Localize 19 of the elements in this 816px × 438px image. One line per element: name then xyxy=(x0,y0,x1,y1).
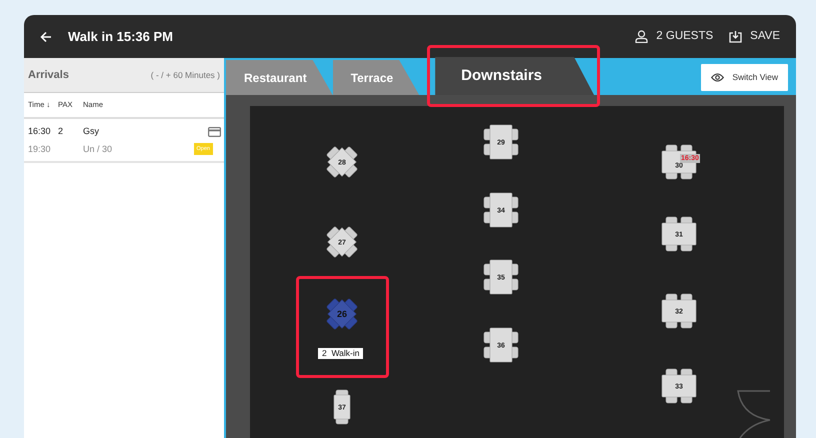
eye-icon xyxy=(711,73,724,82)
floor-tab[interactable]: Downstairs xyxy=(435,57,594,95)
time-range-label: ( - / + 60 Minutes ) xyxy=(150,68,220,82)
person-icon xyxy=(635,30,648,43)
arrival-time: 16:30 xyxy=(28,125,52,138)
guest-name: Gsy xyxy=(83,125,100,138)
door-drawing xyxy=(736,390,772,438)
table-detail: Un / 30 xyxy=(83,142,112,156)
switch-view-button[interactable]: Switch View xyxy=(701,64,788,91)
table-label: 2 Walk-in xyxy=(318,348,364,359)
end-time: 19:30 xyxy=(28,142,52,156)
card-icon xyxy=(208,126,221,137)
party-size: 2 xyxy=(58,125,64,138)
arrivals-title: Arrivals xyxy=(28,68,69,83)
guests-button[interactable]: 2 GUESTS xyxy=(635,28,714,46)
window-title: Walk in 15:36 PM xyxy=(68,28,173,46)
save-icon xyxy=(729,30,742,43)
back-arrow-icon[interactable] xyxy=(40,30,52,42)
save-button[interactable]: SAVE xyxy=(729,28,780,46)
